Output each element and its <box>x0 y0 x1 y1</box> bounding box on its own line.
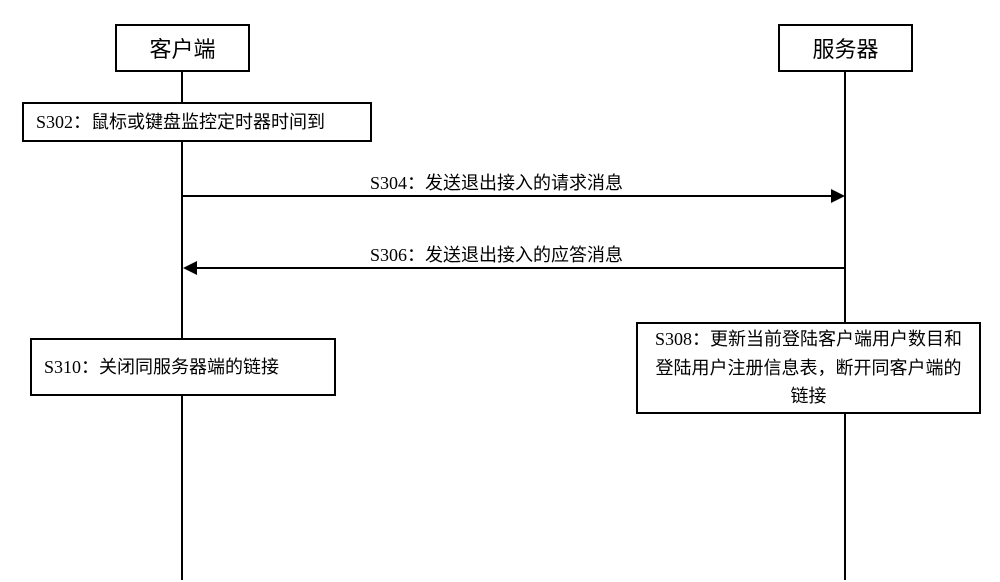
participant-client-label: 客户端 <box>149 32 215 64</box>
arrow-s304-head <box>831 189 845 203</box>
participant-client-box: 客户端 <box>115 24 250 72</box>
step-s310-text: S310：关闭同服务器端的链接 <box>44 353 279 382</box>
step-s302-note: S302：鼠标或键盘监控定时器时间到 <box>22 102 372 142</box>
arrow-s306-line <box>196 267 846 269</box>
step-s310-note: S310：关闭同服务器端的链接 <box>30 338 336 396</box>
step-s308-text: S308：更新当前登陆客户端用户数目和登陆用户注册信息表，断开同客户端的链接 <box>650 325 967 411</box>
sequence-diagram: 客户端 服务器 S302：鼠标或键盘监控定时器时间到 S304：发送退出接入的请… <box>0 0 1000 582</box>
client-lifeline <box>181 72 183 580</box>
step-s302-text: S302：鼠标或键盘监控定时器时间到 <box>36 108 325 137</box>
arrow-s304-line <box>183 195 833 197</box>
step-s308-note: S308：更新当前登陆客户端用户数目和登陆用户注册信息表，断开同客户端的链接 <box>636 322 981 414</box>
participant-server-box: 服务器 <box>778 24 913 72</box>
arrow-s304-label: S304：发送退出接入的请求消息 <box>370 169 623 195</box>
arrow-s306-head <box>183 261 197 275</box>
arrow-s306-label: S306：发送退出接入的应答消息 <box>370 241 623 267</box>
participant-server-label: 服务器 <box>812 32 878 64</box>
